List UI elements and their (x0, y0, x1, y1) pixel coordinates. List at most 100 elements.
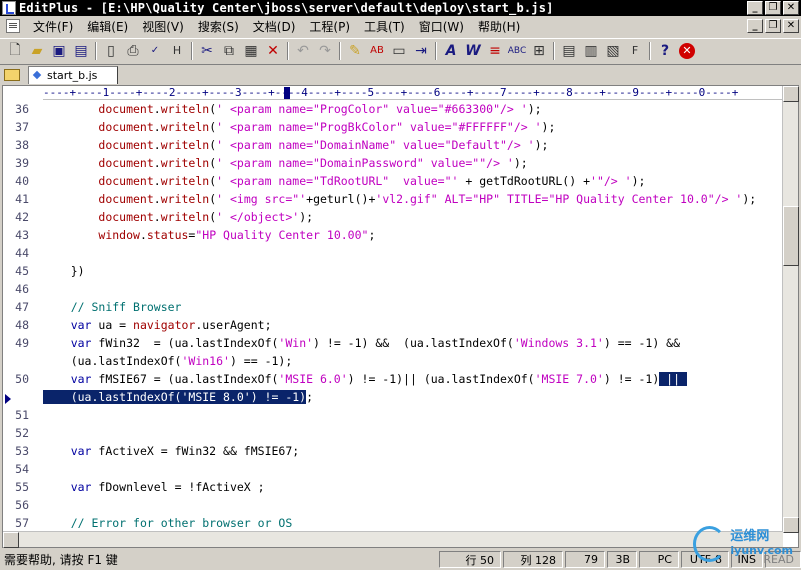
code-token: ' <param name="DomainName" value="Defaul… (216, 138, 535, 152)
code-token: . (153, 102, 161, 116)
menu-tools[interactable]: 工具(T) (357, 18, 412, 35)
code-line[interactable]: (ua.lastIndexOf('MSIE 8.0') != -1); (3, 388, 783, 406)
code-line[interactable]: 44 (3, 244, 783, 262)
code-token: document (98, 210, 154, 224)
column-select-icon[interactable]: ABC (506, 40, 528, 62)
code-token: +geturl()+ (306, 192, 376, 206)
code-line[interactable]: 45 }) (3, 262, 783, 280)
code-line[interactable]: 49 var fWin32 = (ua.lastIndexOf('Win') !… (3, 334, 783, 352)
app-icon[interactable] (2, 1, 16, 15)
maximize-button[interactable]: ❐ (765, 1, 781, 15)
browser-1-icon[interactable]: ▤ (558, 40, 580, 62)
code-token: ); (527, 102, 542, 116)
code-token: ) != -1)|| (ua.lastIndexOf( (347, 372, 535, 386)
code-line[interactable]: 48 var ua = navigator.userAgent; (3, 316, 783, 334)
undo-icon[interactable]: ↶ (292, 40, 314, 62)
code-line[interactable]: 56 (3, 496, 783, 514)
cut-icon[interactable]: ✂ (196, 40, 218, 62)
toolbar-separator (435, 41, 437, 60)
html-preview-icon[interactable]: H (166, 40, 188, 62)
menu-search[interactable]: 搜索(S) (191, 18, 246, 35)
line-number: 37 (15, 120, 29, 134)
menu-view[interactable]: 视图(V) (135, 18, 191, 35)
close-button[interactable]: ✕ (783, 1, 799, 15)
code-area[interactable]: 36 document.writeln(' <param name="ProgC… (3, 100, 783, 534)
redo-icon[interactable]: ↷ (314, 40, 336, 62)
menu-project[interactable]: 工程(P) (302, 18, 357, 35)
scroll-left-button[interactable] (3, 532, 19, 548)
word-wrap-icon[interactable]: W (462, 40, 484, 62)
line-number: 48 (15, 318, 29, 332)
paste-icon[interactable]: ▦ (240, 40, 262, 62)
toolbar-separator (649, 41, 651, 60)
code-line[interactable]: (ua.lastIndexOf('Win16') == -1); (3, 352, 783, 370)
code-line[interactable]: 38 document.writeln(' <param name="Domai… (3, 136, 783, 154)
code-line[interactable]: 47 // Sniff Browser (3, 298, 783, 316)
horizontal-scrollbar[interactable] (3, 531, 783, 548)
save-all-icon[interactable]: ▤ (70, 40, 92, 62)
scroll-thumb[interactable] (783, 206, 799, 266)
code-line[interactable]: 36 document.writeln(' <param name="ProgC… (3, 100, 783, 118)
line-text: var fMSIE67 = (ua.lastIndexOf('MSIE 6.0'… (43, 370, 687, 388)
find-icon[interactable]: ✎ (344, 40, 366, 62)
minimize-button[interactable]: _ (747, 1, 763, 15)
code-line[interactable]: 52 (3, 424, 783, 442)
code-line[interactable]: 40 document.writeln(' <param name="TdRoo… (3, 172, 783, 190)
code-token: ) != -1) && (ua.lastIndexOf( (313, 336, 514, 350)
save-icon[interactable]: ▣ (48, 40, 70, 62)
code-line[interactable]: 39 document.writeln(' <param name="Domai… (3, 154, 783, 172)
code-line[interactable]: 37 document.writeln(' <param name="ProgB… (3, 118, 783, 136)
status-column: 列 128 (503, 551, 563, 568)
line-number-icon[interactable]: ≡ (484, 40, 506, 62)
code-line[interactable]: 51 (3, 406, 783, 424)
code-line[interactable]: 53 var fActiveX = fWin32 && fMSIE67; (3, 442, 783, 460)
replace-icon[interactable]: AB (366, 40, 388, 62)
scroll-up-button[interactable] (783, 86, 799, 102)
code-line[interactable]: 50 var fMSIE67 = (ua.lastIndexOf('MSIE 6… (3, 370, 783, 388)
line-number: 57 (15, 516, 29, 530)
copy-icon[interactable]: ⧉ (218, 40, 240, 62)
code-line[interactable]: 46 (3, 280, 783, 298)
open-file-icon[interactable]: ▰ (26, 40, 48, 62)
menu-edit[interactable]: 编辑(E) (80, 18, 135, 35)
tab-start-b-js[interactable]: start_b.js (28, 66, 119, 84)
code-line[interactable]: 43 window.status="HP Quality Center 10.0… (3, 226, 783, 244)
code-token: writeln (160, 120, 210, 134)
indent-icon[interactable]: ⇥ (410, 40, 432, 62)
code-line[interactable]: 42 document.writeln(' </object>'); (3, 208, 783, 226)
vertical-scrollbar[interactable] (782, 86, 799, 533)
menu-document[interactable]: 文档(D) (246, 18, 303, 35)
doc-close-button[interactable]: ✕ (783, 19, 799, 33)
spell-check-icon[interactable]: ✓ (144, 40, 166, 62)
watermark-domain: iyunv.com (730, 544, 793, 557)
editor-pane[interactable]: ----+----1----+----2----+----3----+----4… (2, 85, 799, 548)
document-icon[interactable] (6, 19, 20, 33)
close-doc-icon[interactable]: ✕ (676, 40, 698, 62)
line-number: 44 (15, 246, 29, 260)
code-line[interactable]: 41 document.writeln(' <img src="'+geturl… (3, 190, 783, 208)
code-token: ); (631, 174, 646, 188)
code-line[interactable]: 57 // Error for other browser or OS (3, 514, 783, 532)
code-token: . (153, 120, 161, 134)
ruler-icon[interactable]: ⊞ (528, 40, 550, 62)
print-icon[interactable]: ⎙ (122, 40, 144, 62)
doc-minimize-button[interactable]: _ (747, 19, 763, 33)
browser-3-icon[interactable]: ▧ (602, 40, 624, 62)
menu-help[interactable]: 帮助(H) (471, 18, 527, 35)
browser-4-icon[interactable]: F (624, 40, 646, 62)
folder-icon[interactable] (4, 69, 20, 81)
browser-2-icon[interactable]: ▥ (580, 40, 602, 62)
code-line[interactable]: 55 var fDownlevel = !fActiveX ; (3, 478, 783, 496)
new-file-icon[interactable]: 🗋 (4, 40, 26, 62)
code-line[interactable]: 54 (3, 460, 783, 478)
line-number: 43 (15, 228, 29, 242)
line-number: 51 (15, 408, 29, 422)
clipboard-icon[interactable]: ▭ (388, 40, 410, 62)
menu-file[interactable]: 文件(F) (26, 18, 80, 35)
doc-restore-button[interactable]: ❐ (765, 19, 781, 33)
menu-window[interactable]: 窗口(W) (412, 18, 471, 35)
delete-icon[interactable]: ✕ (262, 40, 284, 62)
font-icon[interactable]: A (440, 40, 462, 62)
help-icon[interactable]: ? (654, 40, 676, 62)
print-preview-icon[interactable]: ▯ (100, 40, 122, 62)
